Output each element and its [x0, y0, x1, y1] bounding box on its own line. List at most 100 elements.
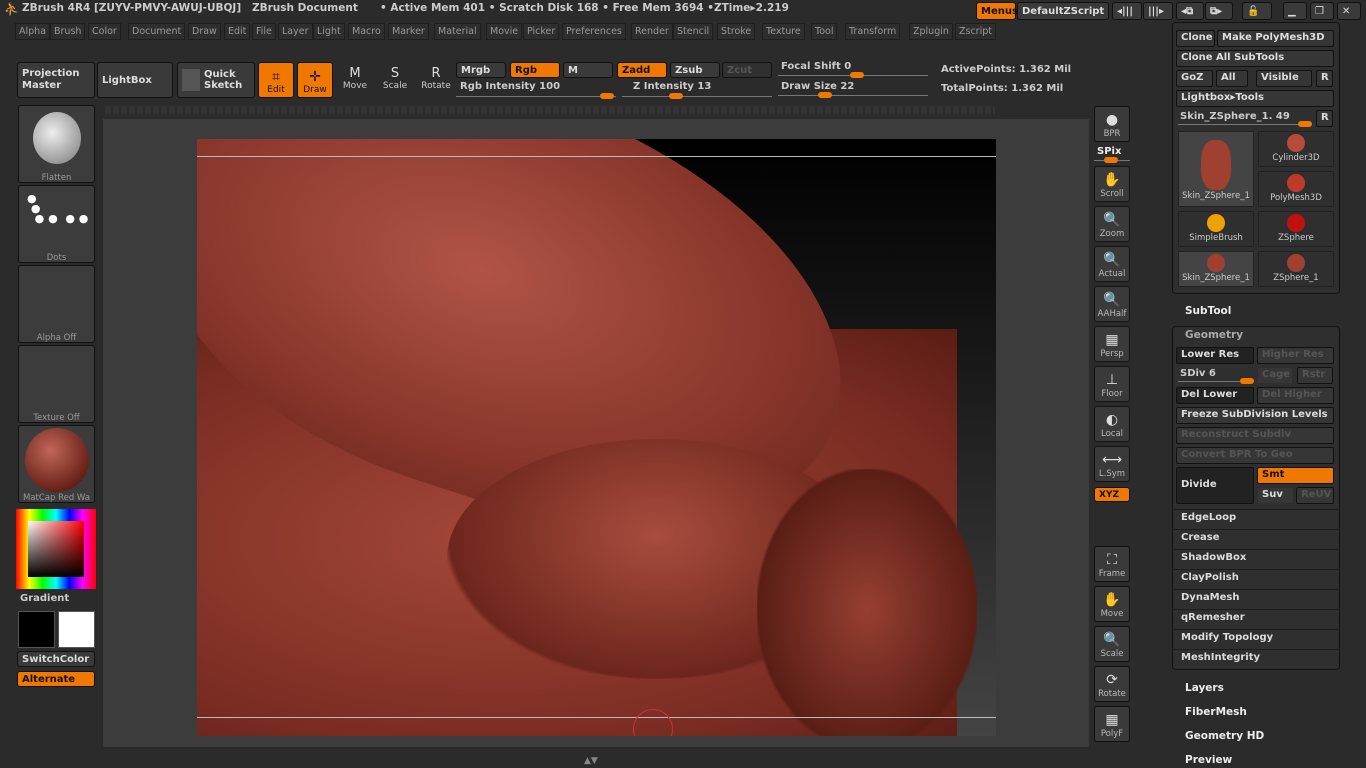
section-preview[interactable]: Preview	[1185, 754, 1232, 766]
del-higher-button[interactable]: Del Higher	[1257, 387, 1334, 404]
lock-icon[interactable]: 🔓	[1242, 2, 1272, 20]
lightbox-button[interactable]: LightBox	[97, 62, 173, 98]
alternate-button[interactable]: Alternate	[17, 671, 95, 687]
geometry-crease[interactable]: Crease	[1172, 529, 1340, 548]
alpha-thumb[interactable]: Alpha Off	[18, 265, 95, 343]
menu-file[interactable]: File	[252, 23, 276, 40]
section-fibermesh[interactable]: FiberMesh	[1185, 706, 1247, 718]
draw-size-slider[interactable]	[778, 92, 928, 98]
tool-thumb[interactable]: Skin_ZSphere_1	[1178, 251, 1254, 287]
goz-button[interactable]: GoZ	[1176, 70, 1213, 87]
scale-button[interactable]: 🔍 Scale	[1094, 626, 1130, 662]
tool-thumb[interactable]: Cylinder3D	[1258, 131, 1334, 167]
suv-toggle[interactable]: Suv	[1257, 487, 1294, 504]
move-button[interactable]: ✋ Move	[1094, 586, 1130, 622]
divide-button[interactable]: Divide	[1176, 467, 1254, 504]
smt-toggle[interactable]: Smt	[1257, 467, 1334, 484]
rgb-intensity-slider[interactable]	[456, 93, 616, 99]
menu-alpha[interactable]: Alpha	[15, 23, 51, 40]
spix-slider[interactable]	[1094, 157, 1130, 163]
menu-color[interactable]: Color	[88, 23, 121, 40]
layout-next-icon[interactable]: ⧉▸	[1205, 2, 1233, 20]
geometry-dynamesh[interactable]: DynaMesh	[1172, 589, 1340, 608]
sdiv-slider[interactable]	[1178, 378, 1254, 384]
brush-flatten-thumb[interactable]: Flatten	[18, 105, 95, 183]
viewport-canvas[interactable]	[197, 139, 996, 736]
aahalf-button[interactable]: 🔍 AAHalf	[1094, 286, 1130, 322]
tool-thumb[interactable]: PolyMesh3D	[1258, 171, 1334, 207]
menu-stencil[interactable]: Stencil	[673, 23, 714, 40]
scale-button[interactable]: S Scale	[380, 66, 410, 91]
clone-button[interactable]: Clone	[1176, 30, 1215, 47]
rgb-button[interactable]: Rgb	[510, 62, 560, 78]
geometry-meshintegrity[interactable]: MeshIntegrity	[1172, 649, 1340, 668]
main-color-swatch[interactable]	[18, 611, 55, 648]
persp-button[interactable]: ▦ Persp	[1094, 326, 1130, 362]
menu-transform[interactable]: Transform	[845, 23, 901, 40]
restore-button[interactable]: ❐	[1310, 2, 1334, 20]
geometry-qremesher[interactable]: qRemesher	[1172, 609, 1340, 628]
move-button[interactable]: M Move	[340, 66, 370, 91]
del-lower-button[interactable]: Del Lower	[1176, 387, 1254, 404]
menu-draw[interactable]: Draw	[188, 23, 221, 40]
stroke-dots-thumb[interactable]: ● ● ● ● ● ● Dots	[18, 185, 95, 263]
actual-button[interactable]: 🔍 Actual	[1094, 246, 1130, 282]
menu-movie[interactable]: Movie	[486, 23, 523, 40]
default-zscript-button[interactable]: DefaultZScript	[1017, 2, 1109, 20]
menu-marker[interactable]: Marker	[388, 23, 429, 40]
layout-prev-icon[interactable]: ◂⧉	[1176, 2, 1204, 20]
menu-zplugin[interactable]: Zplugin	[909, 23, 953, 40]
tool-thumb[interactable]: Skin_ZSphere_1	[1178, 131, 1254, 207]
make-polymesh-button[interactable]: Make PolyMesh3D	[1217, 30, 1334, 47]
mrgb-button[interactable]: Mrgb	[456, 62, 506, 78]
lsym-button[interactable]: ⟷ L.Sym	[1094, 446, 1130, 482]
zsub-button[interactable]: Zsub	[670, 62, 720, 78]
menu-picker[interactable]: Picker	[523, 23, 560, 40]
section-layers[interactable]: Layers	[1185, 682, 1224, 694]
current-tool-slider[interactable]	[1178, 121, 1312, 127]
projection-master-button[interactable]: Projection Master	[17, 62, 95, 98]
close-button[interactable]: ✕	[1337, 2, 1361, 20]
zcut-button[interactable]: Zcut	[722, 62, 772, 78]
rotate-button[interactable]: R Rotate	[420, 66, 452, 91]
secondary-color-swatch[interactable]	[58, 611, 95, 648]
tool-thumb[interactable]: ZSphere_1	[1258, 251, 1334, 287]
clone-all-subtools-button[interactable]: Clone All SubTools	[1176, 50, 1334, 67]
scroll-right-button[interactable]: |||▸	[1143, 2, 1173, 20]
draw-button[interactable]: ✛ Draw	[297, 62, 333, 98]
geometry-shadowbox[interactable]: ShadowBox	[1172, 549, 1340, 568]
lower-res-button[interactable]: Lower Res	[1176, 347, 1254, 364]
quick-sketch-button[interactable]: Quick Sketch	[177, 62, 255, 98]
menu-layer[interactable]: Layer	[278, 23, 313, 40]
geometry-header[interactable]: Geometry	[1185, 329, 1243, 341]
menu-preferences[interactable]: Preferences	[562, 23, 626, 40]
tool-thumb[interactable]: ZSphere	[1258, 211, 1334, 247]
local-button[interactable]: ◐ Local	[1094, 406, 1130, 442]
bpr-button[interactable]: ● BPR	[1094, 106, 1130, 142]
all-button[interactable]: All	[1216, 70, 1248, 87]
zoom-button[interactable]: 🔍 Zoom	[1094, 206, 1130, 242]
scroll-button[interactable]: ✋ Scroll	[1094, 166, 1130, 202]
m-button[interactable]: M	[563, 62, 613, 78]
menu-stroke[interactable]: Stroke	[717, 23, 756, 40]
geometry-claypolish[interactable]: ClayPolish	[1172, 569, 1340, 588]
menu-material[interactable]: Material	[434, 23, 481, 40]
frame-button[interactable]: ⛶ Frame	[1094, 546, 1130, 582]
edit-button[interactable]: ⌗ Edit	[258, 62, 294, 98]
menus-button[interactable]: Menus	[976, 2, 1018, 20]
geometry-edgeloop[interactable]: EdgeLoop	[1172, 509, 1340, 528]
menu-macro[interactable]: Macro	[348, 23, 385, 40]
reconstruct-subdiv-button[interactable]: Reconstruct Subdiv	[1176, 427, 1334, 444]
visible-button[interactable]: Visible	[1256, 70, 1312, 87]
reuv-button[interactable]: ReUV	[1296, 487, 1334, 504]
higher-res-button[interactable]: Higher Res	[1257, 347, 1334, 364]
scroll-left-button[interactable]: ◂|||	[1112, 2, 1142, 20]
material-thumb[interactable]: MatCap Red Wa	[18, 425, 95, 503]
menu-edit[interactable]: Edit	[224, 23, 251, 40]
shelf-scrollbar[interactable]	[105, 106, 995, 114]
polyf-button[interactable]: ▦ PolyF	[1094, 706, 1130, 742]
menu-texture[interactable]: Texture	[762, 23, 805, 40]
menu-zscript[interactable]: Zscript	[955, 23, 996, 40]
bottom-tray-handle[interactable]: ▲▼	[584, 756, 598, 766]
menu-document[interactable]: Document	[128, 23, 186, 40]
